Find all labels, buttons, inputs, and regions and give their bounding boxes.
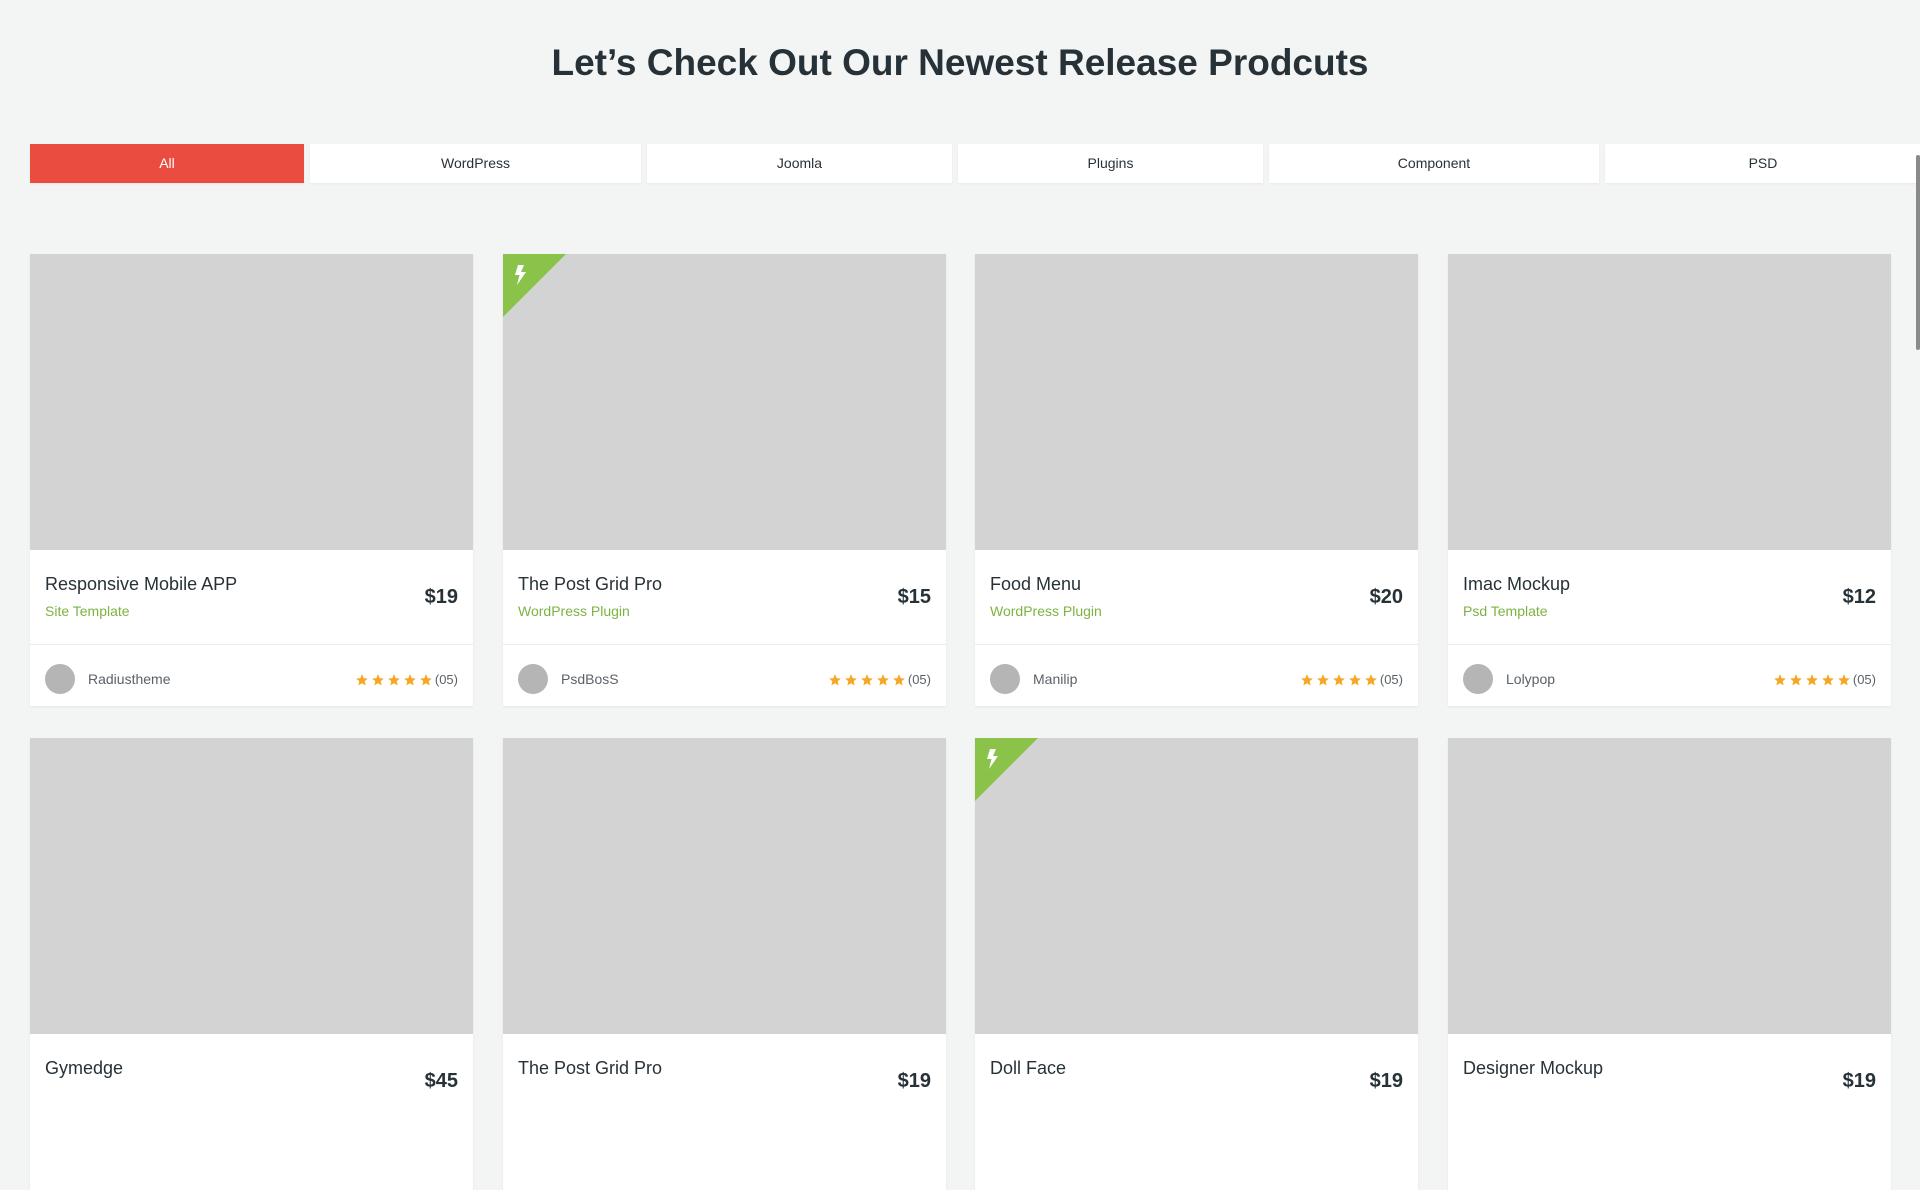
product-image[interactable] bbox=[503, 738, 946, 1034]
tab-all[interactable]: All bbox=[30, 144, 304, 183]
product-rating: (05) bbox=[826, 672, 931, 687]
rating-stars bbox=[826, 673, 906, 687]
star-icon bbox=[1821, 673, 1835, 687]
rating-count: (05) bbox=[907, 672, 931, 687]
product-title[interactable]: The Post Grid Pro bbox=[518, 1058, 662, 1079]
rating-count: (05) bbox=[1852, 672, 1876, 687]
product-card[interactable]: Designer Mockup $19 bbox=[1448, 738, 1891, 1190]
author-name[interactable]: Lolypop bbox=[1506, 671, 1555, 687]
product-category[interactable]: WordPress Plugin bbox=[990, 603, 1102, 619]
featured-badge bbox=[503, 254, 566, 317]
star-icon bbox=[1789, 673, 1803, 687]
rating-count: (05) bbox=[434, 672, 458, 687]
product-card[interactable]: Responsive Mobile APP Site Template $19 Rad… bbox=[30, 254, 473, 706]
star-icon bbox=[892, 673, 906, 687]
author-avatar bbox=[518, 664, 548, 694]
author-avatar bbox=[1463, 664, 1493, 694]
star-icon bbox=[1348, 673, 1362, 687]
product-category[interactable]: Psd Template bbox=[1463, 603, 1548, 619]
card-divider bbox=[975, 644, 1418, 645]
product-image[interactable] bbox=[1448, 254, 1891, 550]
product-title[interactable]: Gymedge bbox=[45, 1058, 123, 1079]
scrollbar-thumb[interactable] bbox=[1916, 155, 1920, 350]
lightning-bolt-icon bbox=[986, 749, 1000, 769]
product-title[interactable]: Responsive Mobile APP bbox=[45, 574, 237, 595]
author-avatar bbox=[45, 664, 75, 694]
star-icon bbox=[860, 673, 874, 687]
star-icon bbox=[1837, 673, 1851, 687]
product-image[interactable] bbox=[975, 738, 1418, 1034]
product-title[interactable]: Imac Mockup bbox=[1463, 574, 1570, 595]
star-icon bbox=[387, 673, 401, 687]
product-price: $19 bbox=[424, 586, 458, 608]
product-image[interactable] bbox=[30, 738, 473, 1034]
star-icon bbox=[828, 673, 842, 687]
featured-badge bbox=[975, 738, 1038, 801]
product-title[interactable]: Designer Mockup bbox=[1463, 1058, 1603, 1079]
rating-count: (05) bbox=[1379, 672, 1403, 687]
scrollbar[interactable] bbox=[1914, 0, 1920, 1080]
product-price: $12 bbox=[1842, 586, 1876, 608]
product-card[interactable]: Food Menu WordPress Plugin $20 Manilip (05) bbox=[975, 254, 1418, 706]
product-image[interactable] bbox=[30, 254, 473, 550]
rating-stars bbox=[1771, 673, 1851, 687]
rating-stars bbox=[353, 673, 433, 687]
tab-joomla[interactable]: Joomla bbox=[647, 144, 952, 183]
product-title[interactable]: Doll Face bbox=[990, 1058, 1066, 1079]
product-title[interactable]: The Post Grid Pro bbox=[518, 574, 662, 595]
star-icon bbox=[876, 673, 890, 687]
product-image[interactable] bbox=[1448, 738, 1891, 1034]
product-image[interactable] bbox=[503, 254, 946, 550]
star-icon bbox=[419, 673, 433, 687]
product-card[interactable]: The Post Grid Pro WordPress Plugin $15 PsdB… bbox=[503, 254, 946, 706]
star-icon bbox=[403, 673, 417, 687]
product-card[interactable]: Doll Face $19 bbox=[975, 738, 1418, 1190]
star-icon bbox=[1300, 673, 1314, 687]
product-card[interactable]: Gymedge $45 bbox=[30, 738, 473, 1190]
lightning-bolt-icon bbox=[514, 265, 528, 285]
card-divider bbox=[30, 644, 473, 645]
product-price: $20 bbox=[1369, 586, 1403, 608]
card-divider bbox=[1448, 644, 1891, 645]
product-price: $45 bbox=[424, 1070, 458, 1092]
star-icon bbox=[371, 673, 385, 687]
product-card[interactable]: The Post Grid Pro $19 bbox=[503, 738, 946, 1190]
star-icon bbox=[1332, 673, 1346, 687]
page-title: Let’s Check Out Our Newest Release Prodc… bbox=[551, 42, 1369, 83]
tab-plugins[interactable]: Plugins bbox=[958, 144, 1263, 183]
star-icon bbox=[844, 673, 858, 687]
star-icon bbox=[1773, 673, 1787, 687]
author-name[interactable]: Manilip bbox=[1033, 671, 1077, 687]
product-price: $19 bbox=[1842, 1070, 1876, 1092]
product-card[interactable]: Imac Mockup Psd Template $12 Lolypop (05) bbox=[1448, 254, 1891, 706]
author-name[interactable]: PsdBosS bbox=[561, 671, 619, 687]
product-price: $19 bbox=[897, 1070, 931, 1092]
product-rating: (05) bbox=[1298, 672, 1403, 687]
product-category[interactable]: WordPress Plugin bbox=[518, 603, 630, 619]
product-title[interactable]: Food Menu bbox=[990, 574, 1081, 595]
star-icon bbox=[1316, 673, 1330, 687]
rating-stars bbox=[1298, 673, 1378, 687]
product-category[interactable]: Site Template bbox=[45, 603, 130, 619]
tab-component[interactable]: Component bbox=[1269, 144, 1599, 183]
product-rating: (05) bbox=[1771, 672, 1876, 687]
tab-psd[interactable]: PSD bbox=[1605, 144, 1920, 183]
tab-wordpress[interactable]: WordPress bbox=[310, 144, 641, 183]
author-avatar bbox=[990, 664, 1020, 694]
card-divider bbox=[503, 644, 946, 645]
product-price: $15 bbox=[897, 586, 931, 608]
product-image[interactable] bbox=[975, 254, 1418, 550]
product-rating: (05) bbox=[353, 672, 458, 687]
star-icon bbox=[1364, 673, 1378, 687]
star-icon bbox=[1805, 673, 1819, 687]
product-price: $19 bbox=[1369, 1070, 1403, 1092]
star-icon bbox=[355, 673, 369, 687]
author-name[interactable]: Radiustheme bbox=[88, 671, 171, 687]
